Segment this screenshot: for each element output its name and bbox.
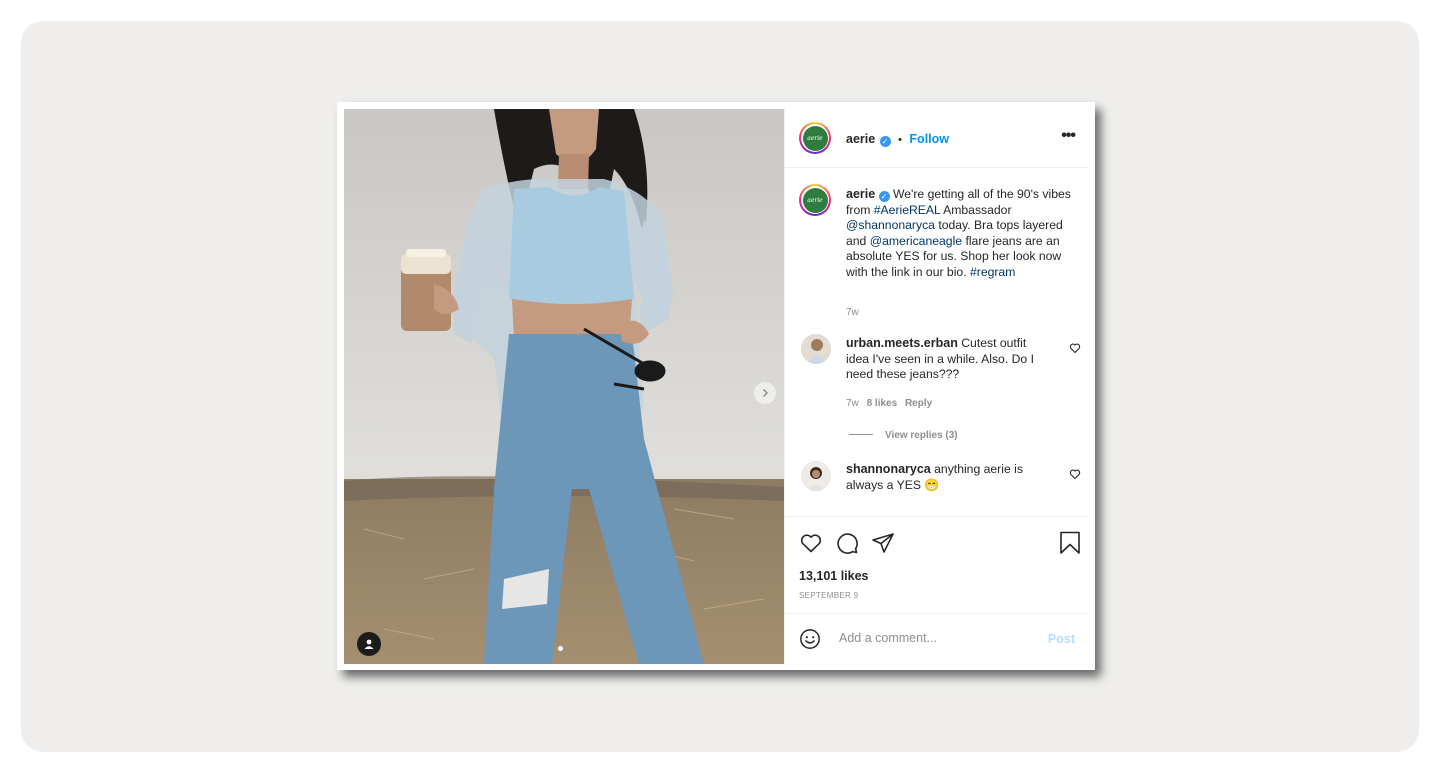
carousel-indicator	[558, 646, 563, 651]
caption-username[interactable]: aerie	[846, 187, 875, 201]
paper-plane-icon[interactable]	[871, 531, 895, 555]
comment-icon[interactable]	[835, 531, 859, 555]
post-actions: 13,101 likes SEPTEMBER 9	[785, 516, 1089, 617]
add-comment-bar: Post	[785, 613, 1089, 665]
more-options-button[interactable]: •••	[1061, 127, 1076, 145]
aerie-logo: aerie	[802, 187, 828, 213]
verified-badge-icon: ✓	[879, 136, 891, 147]
bookmark-icon[interactable]	[1059, 531, 1081, 555]
caption-avatar[interactable]: aerie	[799, 184, 831, 216]
reply-button[interactable]: Reply	[905, 398, 932, 409]
post-header: aerie aerie ✓ • Follow •••	[785, 109, 1089, 168]
mention-link[interactable]: @shannonaryca	[846, 218, 935, 232]
comment-like-heart-icon[interactable]	[1069, 342, 1081, 354]
comment-text: urban.meets.erban Cutest outfit idea I'v…	[846, 336, 1052, 383]
account-username[interactable]: aerie	[846, 132, 875, 146]
commenter-avatar[interactable]	[801, 461, 831, 491]
post-date[interactable]: SEPTEMBER 9	[799, 591, 858, 600]
post-photo	[344, 109, 784, 664]
carousel-dot-active	[558, 646, 563, 651]
comment-like-heart-icon[interactable]	[1069, 468, 1081, 480]
comment-input[interactable]	[837, 630, 1041, 646]
comment-username[interactable]: urban.meets.erban	[846, 336, 958, 350]
post-comment-button[interactable]: Post	[1048, 632, 1075, 646]
caption-segment: Ambassador	[940, 202, 1012, 217]
comments-section: aerie aerie ✓ We're getting all of the 9…	[785, 168, 1089, 516]
mention-link[interactable]: @americaneagle	[870, 234, 962, 248]
chevron-right-icon	[762, 388, 769, 398]
user-icon	[364, 639, 374, 649]
instagram-post-card: aerie aerie ✓ • Follow ••• aerie aerie ✓…	[337, 102, 1095, 670]
account-avatar[interactable]: aerie	[799, 122, 831, 154]
comment-timestamp[interactable]: 7w	[846, 398, 859, 409]
hashtag-link[interactable]: #regram	[970, 265, 1015, 279]
comment-meta: 7w 8 likes Reply	[846, 398, 932, 409]
caption-timestamp[interactable]: 7w	[846, 307, 859, 318]
verified-badge-icon: ✓	[878, 191, 890, 202]
smiley-icon[interactable]	[799, 628, 821, 650]
view-replies-button[interactable]: View replies (3)	[849, 430, 958, 441]
comment-username[interactable]: shannonaryca	[846, 462, 931, 476]
comment-likes[interactable]: 8 likes	[867, 398, 898, 409]
replies-divider	[849, 434, 873, 435]
heart-icon[interactable]	[799, 531, 823, 555]
view-replies-label: View replies (3)	[885, 430, 958, 441]
post-side-panel: aerie aerie ✓ • Follow ••• aerie aerie ✓…	[784, 109, 1089, 664]
comment-text: shannonaryca anything aerie is always a …	[846, 462, 1052, 493]
follow-button[interactable]: Follow	[909, 132, 949, 146]
hashtag-link[interactable]: #AerieREAL	[874, 203, 941, 217]
caption-text: aerie ✓ We're getting all of the 90's vi…	[846, 187, 1078, 281]
separator-dot: •	[898, 134, 902, 146]
grin-emoji: 😁	[924, 477, 940, 492]
tagged-users-button[interactable]	[357, 632, 381, 656]
commenter-avatar[interactable]	[801, 334, 831, 364]
likes-count[interactable]: 13,101 likes	[799, 569, 869, 583]
next-image-button[interactable]	[754, 382, 776, 404]
aerie-logo: aerie	[802, 125, 828, 151]
